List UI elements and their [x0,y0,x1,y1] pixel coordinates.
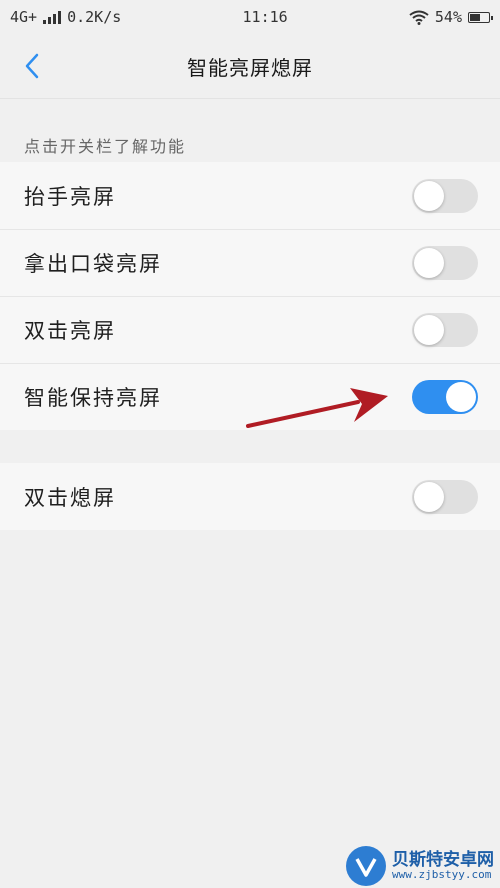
setting-row-raise-to-wake[interactable]: 抬手亮屏 [0,162,500,229]
back-icon[interactable] [18,52,46,80]
network-type: 4G+ [10,8,38,26]
page-title: 智能亮屏熄屏 [187,55,313,80]
toggle-double-tap-sleep[interactable] [412,479,478,514]
watermark-url: www.zjbstyy.com [392,868,492,882]
toggle-pocket-wake[interactable] [412,245,478,280]
settings-group-2: 双击熄屏 [0,463,500,530]
battery-icon [468,11,493,23]
clock: 11:16 [242,8,288,26]
watermark-name: 贝斯特安卓网 [392,849,494,870]
status-bar: 4G+ 0.2K/s 11:16 54% [0,0,500,34]
setting-label: 智能保持亮屏 [24,385,162,410]
watermark-logo-icon [346,846,386,886]
signal-icon [43,10,62,24]
setting-row-double-tap-wake[interactable]: 双击亮屏 [0,296,500,363]
setting-label: 双击熄屏 [24,485,116,510]
battery-percent: 54% [434,8,462,26]
toggle-raise-to-wake[interactable] [412,178,478,213]
setting-row-pocket-wake[interactable]: 拿出口袋亮屏 [0,229,500,296]
toggle-smart-stay-awake[interactable] [412,379,478,414]
network-speed: 0.2K/s [67,8,122,26]
setting-label: 双击亮屏 [24,318,116,343]
arrow-annotation [246,388,388,428]
header: 智能亮屏熄屏 [0,34,500,99]
setting-label: 拿出口袋亮屏 [24,251,162,276]
status-right: 54% [409,8,493,26]
wifi-icon [409,10,429,25]
hint-text: 点击开关栏了解功能 [24,137,187,156]
setting-label: 抬手亮屏 [24,184,116,209]
setting-row-double-tap-sleep[interactable]: 双击熄屏 [0,463,500,530]
status-left: 4G+ 0.2K/s [10,8,121,26]
watermark: 贝斯特安卓网 www.zjbstyy.com [346,846,494,886]
toggle-double-tap-wake[interactable] [412,312,478,347]
